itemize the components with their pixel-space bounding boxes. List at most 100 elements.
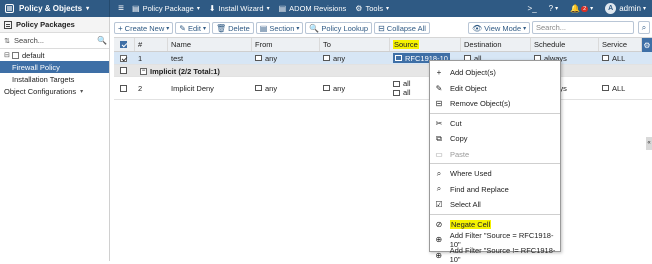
sidebar-title: Policy Packages xyxy=(16,20,75,29)
revisions-icon: ▤ xyxy=(278,4,287,13)
create-new-button[interactable]: + Create New ▾ xyxy=(114,22,174,34)
search-icon[interactable]: 🔍 xyxy=(97,36,109,45)
service-value[interactable]: ALL xyxy=(612,84,625,93)
button-label: Edit xyxy=(188,23,201,33)
collapse-panel-handle[interactable]: « xyxy=(646,137,652,150)
where-used-icon: ⌕ xyxy=(436,168,442,178)
policy-packages-icon xyxy=(4,20,12,29)
column-header[interactable]: From xyxy=(252,38,320,51)
menu-item-label: Add Filter "Source != RFC1918-10" xyxy=(449,246,556,264)
sort-icon[interactable]: ⇅ xyxy=(0,37,14,45)
column-header[interactable]: # xyxy=(135,38,168,51)
delete-button[interactable]: 🗑 Delete xyxy=(211,22,254,34)
interface-icon xyxy=(323,55,330,61)
search-icon: 🔍 xyxy=(309,23,320,33)
menu-item-where-used[interactable]: ⌕ Where Used xyxy=(430,166,560,182)
chevron-down-icon: ▾ xyxy=(385,6,389,12)
policy-lookup-button[interactable]: 🔍 Policy Lookup xyxy=(305,22,373,34)
sidebar-item-installation-targets[interactable]: Installation Targets xyxy=(0,73,109,85)
app-icon xyxy=(5,4,14,13)
notification-bell-icon[interactable]: 🔔 2 ▾ xyxy=(570,4,593,13)
policy-grid: # Name From To Source Destination Schedu… xyxy=(114,37,652,100)
menu-item-label: Add Object(s) xyxy=(450,68,496,78)
sidebar-item-default[interactable]: ⊟ default xyxy=(0,49,109,61)
policy-name[interactable]: test xyxy=(168,52,252,64)
menu-tools[interactable]: ⚙ Tools ▾ xyxy=(355,4,389,13)
menu-install-wizard[interactable]: ⬇ Install Wizard ▾ xyxy=(209,4,270,13)
section-checkbox[interactable] xyxy=(120,67,127,74)
menu-item-negate-cell[interactable]: ⊘ Negate Cell xyxy=(430,217,560,233)
search-icon[interactable]: ⌕ xyxy=(638,21,650,34)
edit-button[interactable]: ✎ Edit ▾ xyxy=(175,22,210,34)
column-header[interactable]: To xyxy=(320,38,390,51)
top-bar-right: >_ ? ▾ 🔔 2 ▾ A admin ▾ xyxy=(516,0,646,17)
collapse-all-button[interactable]: ⊟ Collapse All xyxy=(374,22,430,34)
menu-policy-package[interactable]: ▤ Policy Package ▾ xyxy=(132,4,200,13)
table-row[interactable]: 2 Implicit Deny any any all all all alwa… xyxy=(114,77,652,100)
from-value[interactable]: any xyxy=(265,84,277,93)
column-header-source[interactable]: Source xyxy=(390,38,461,51)
column-settings-gear-icon[interactable]: ⚙ xyxy=(642,38,652,53)
column-header-label: Source xyxy=(393,40,419,49)
menu-item-add-filter-equals[interactable]: ⊕ Add Filter "Source = RFC1918-10" xyxy=(430,231,560,249)
menu-item-add-objects[interactable]: + Add Object(s) xyxy=(430,65,560,81)
policy-name[interactable]: Implicit Deny xyxy=(168,77,252,99)
menu-adom-revisions[interactable]: ▤ ADOM Revisions xyxy=(279,4,347,13)
section-button[interactable]: ▤ Section ▾ xyxy=(255,22,304,34)
cut-icon: ✂ xyxy=(435,118,443,128)
menu-item-cut[interactable]: ✂ Cut xyxy=(430,116,560,132)
button-label: View Mode xyxy=(484,23,522,33)
sidebar-item-label: Installation Targets xyxy=(12,74,75,84)
find-replace-icon: ⌕ xyxy=(436,184,442,194)
grid-header: # Name From To Source Destination Schedu… xyxy=(114,37,652,53)
menu-item-paste[interactable]: ▭ Paste xyxy=(430,147,560,163)
row-checkbox[interactable] xyxy=(120,84,127,92)
to-value[interactable]: any xyxy=(333,54,345,63)
menu-item-copy[interactable]: ⧉ Copy xyxy=(430,131,560,147)
menu-item-select-all[interactable]: ☑ Select All xyxy=(430,197,560,213)
interface-icon xyxy=(255,85,262,91)
button-label: Section xyxy=(269,23,295,33)
plus-icon: + xyxy=(436,68,442,78)
edit-icon: ✎ xyxy=(435,83,443,93)
app-switcher[interactable]: Policy & Objects ▾ xyxy=(0,0,110,17)
help-icon[interactable]: ? ▾ xyxy=(549,4,558,13)
column-header[interactable]: Destination xyxy=(461,38,531,51)
filter-add-icon: ⊕ xyxy=(435,235,443,245)
menu-item-edit-object[interactable]: ✎ Edit Object xyxy=(430,81,560,97)
to-value[interactable]: any xyxy=(333,84,345,93)
view-mode-button[interactable]: 👁 View Mode ▾ xyxy=(468,22,531,34)
menu-item-remove-objects[interactable]: ⊟ Remove Object(s) xyxy=(430,96,560,112)
row-checkbox[interactable] xyxy=(120,54,127,62)
button-label: Policy Lookup xyxy=(321,23,369,33)
sidebar-item-object-configurations[interactable]: Object Configurations ▾ xyxy=(0,85,109,97)
section-row[interactable]: − Implicit (2/2 Total:1) xyxy=(114,65,652,77)
avatar: A xyxy=(605,3,617,14)
top-bar: Policy & Objects ▾ ≡ ▤ Policy Package ▾ … xyxy=(0,0,652,17)
column-header[interactable]: Name xyxy=(168,38,252,51)
sidebar-item-firewall-policy[interactable]: Firewall Policy xyxy=(0,61,109,73)
column-header[interactable]: Service xyxy=(599,38,642,51)
service-icon xyxy=(602,85,609,91)
install-icon: ⬇ xyxy=(208,4,216,13)
sidebar-search-input[interactable]: Search... xyxy=(14,36,97,45)
toolbar: + Create New ▾ ✎ Edit ▾ 🗑 Delete ▤ Secti… xyxy=(114,20,652,36)
collapse-icon[interactable]: − xyxy=(140,67,147,75)
search-input[interactable]: Search... xyxy=(532,21,634,34)
cli-console-icon[interactable]: >_ xyxy=(528,4,537,13)
table-row[interactable]: 1 test any any RFC1918-10 all always ALL xyxy=(114,52,652,65)
filter-add-icon: ⊕ xyxy=(435,250,443,260)
checkbox[interactable] xyxy=(120,41,127,48)
service-value[interactable]: ALL xyxy=(612,54,625,63)
source-value[interactable]: all xyxy=(403,79,411,88)
column-header[interactable]: Schedule xyxy=(531,38,599,51)
hamburger-menu-icon[interactable]: ≡ xyxy=(110,3,132,14)
collapse-icon[interactable]: ⊟ xyxy=(4,51,12,59)
from-value[interactable]: any xyxy=(265,54,277,63)
interface-icon xyxy=(255,55,262,61)
select-all-icon: ☑ xyxy=(435,200,443,210)
source-value[interactable]: all xyxy=(403,88,411,97)
select-all-checkbox[interactable] xyxy=(114,38,135,51)
user-menu[interactable]: A admin ▾ xyxy=(605,3,646,14)
menu-item-find-and-replace[interactable]: ⌕ Find and Replace xyxy=(430,182,560,198)
